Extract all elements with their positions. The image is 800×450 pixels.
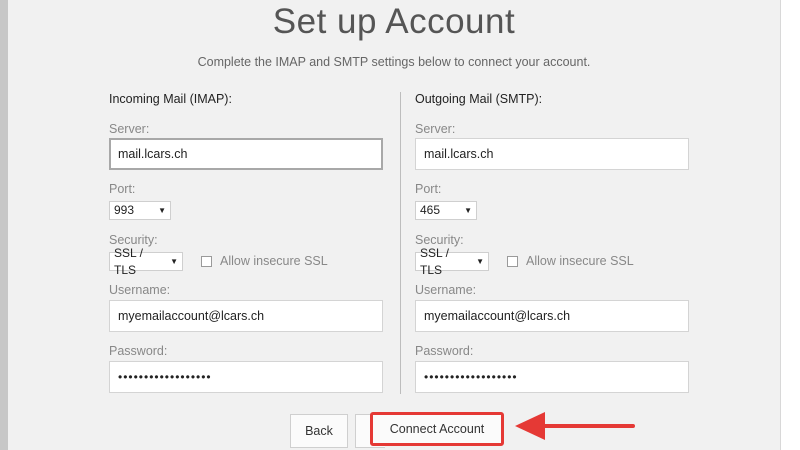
outgoing-username-input[interactable]: myemailaccount@lcars.ch xyxy=(415,300,689,332)
incoming-heading: Incoming Mail (IMAP): xyxy=(109,92,232,106)
outgoing-port-label: Port: xyxy=(415,182,442,196)
incoming-insecure-ssl-label: Allow insecure SSL xyxy=(220,254,328,268)
incoming-server-input[interactable]: mail.lcars.ch xyxy=(109,138,383,170)
incoming-username-label: Username: xyxy=(109,283,171,297)
column-divider xyxy=(400,92,401,394)
back-button[interactable]: Back xyxy=(290,414,348,448)
incoming-security-value: SSL / TLS xyxy=(114,245,143,277)
incoming-server-label: Server: xyxy=(109,122,150,136)
outgoing-server-input[interactable]: mail.lcars.ch xyxy=(415,138,689,170)
outgoing-username-label: Username: xyxy=(415,283,477,297)
incoming-password-label: Password: xyxy=(109,344,168,358)
outgoing-security-value: SSL / TLS xyxy=(420,245,449,277)
incoming-port-value: 993 xyxy=(114,203,135,217)
red-arrow-left-icon xyxy=(515,412,635,440)
page-subtitle: Complete the IMAP and SMTP settings belo… xyxy=(197,55,591,69)
incoming-port-label: Port: xyxy=(109,182,136,196)
outgoing-heading: Outgoing Mail (SMTP): xyxy=(415,92,543,106)
outgoing-password-label: Password: xyxy=(415,344,474,358)
outgoing-port-select[interactable]: 465 ▼ xyxy=(415,201,477,220)
chevron-down-icon: ▼ xyxy=(464,206,472,215)
incoming-username-input[interactable]: myemailaccount@lcars.ch xyxy=(109,300,383,332)
chevron-down-icon: ▼ xyxy=(158,206,166,215)
chevron-down-icon: ▼ xyxy=(476,257,484,266)
window-frame-right xyxy=(780,0,800,450)
outgoing-insecure-ssl-checkbox[interactable] xyxy=(507,255,518,267)
outgoing-insecure-ssl-option[interactable]: Allow insecure SSL xyxy=(507,254,634,268)
window-frame-left xyxy=(0,0,8,450)
incoming-insecure-ssl-checkbox[interactable] xyxy=(201,255,212,267)
chevron-down-icon: ▼ xyxy=(170,257,178,266)
incoming-security-select[interactable]: SSL / TLS ▼ xyxy=(109,246,183,277)
incoming-insecure-ssl-option[interactable]: Allow insecure SSL xyxy=(201,254,328,268)
outgoing-server-label: Server: xyxy=(415,122,456,136)
setup-account-panel: Set up Account Complete the IMAP and SMT… xyxy=(8,0,780,450)
incoming-port-select[interactable]: 993 ▼ xyxy=(109,201,171,220)
outgoing-port-value: 465 xyxy=(420,203,441,217)
outgoing-password-input[interactable]: •••••••••••••••••• xyxy=(415,361,689,393)
outgoing-security-select[interactable]: SSL / TLS ▼ xyxy=(415,246,489,277)
outgoing-insecure-ssl-label: Allow insecure SSL xyxy=(526,254,634,268)
incoming-password-input[interactable]: •••••••••••••••••• xyxy=(109,361,383,393)
connect-account-button[interactable]: Connect Account xyxy=(370,412,504,446)
page-title: Set up Account xyxy=(272,2,516,41)
